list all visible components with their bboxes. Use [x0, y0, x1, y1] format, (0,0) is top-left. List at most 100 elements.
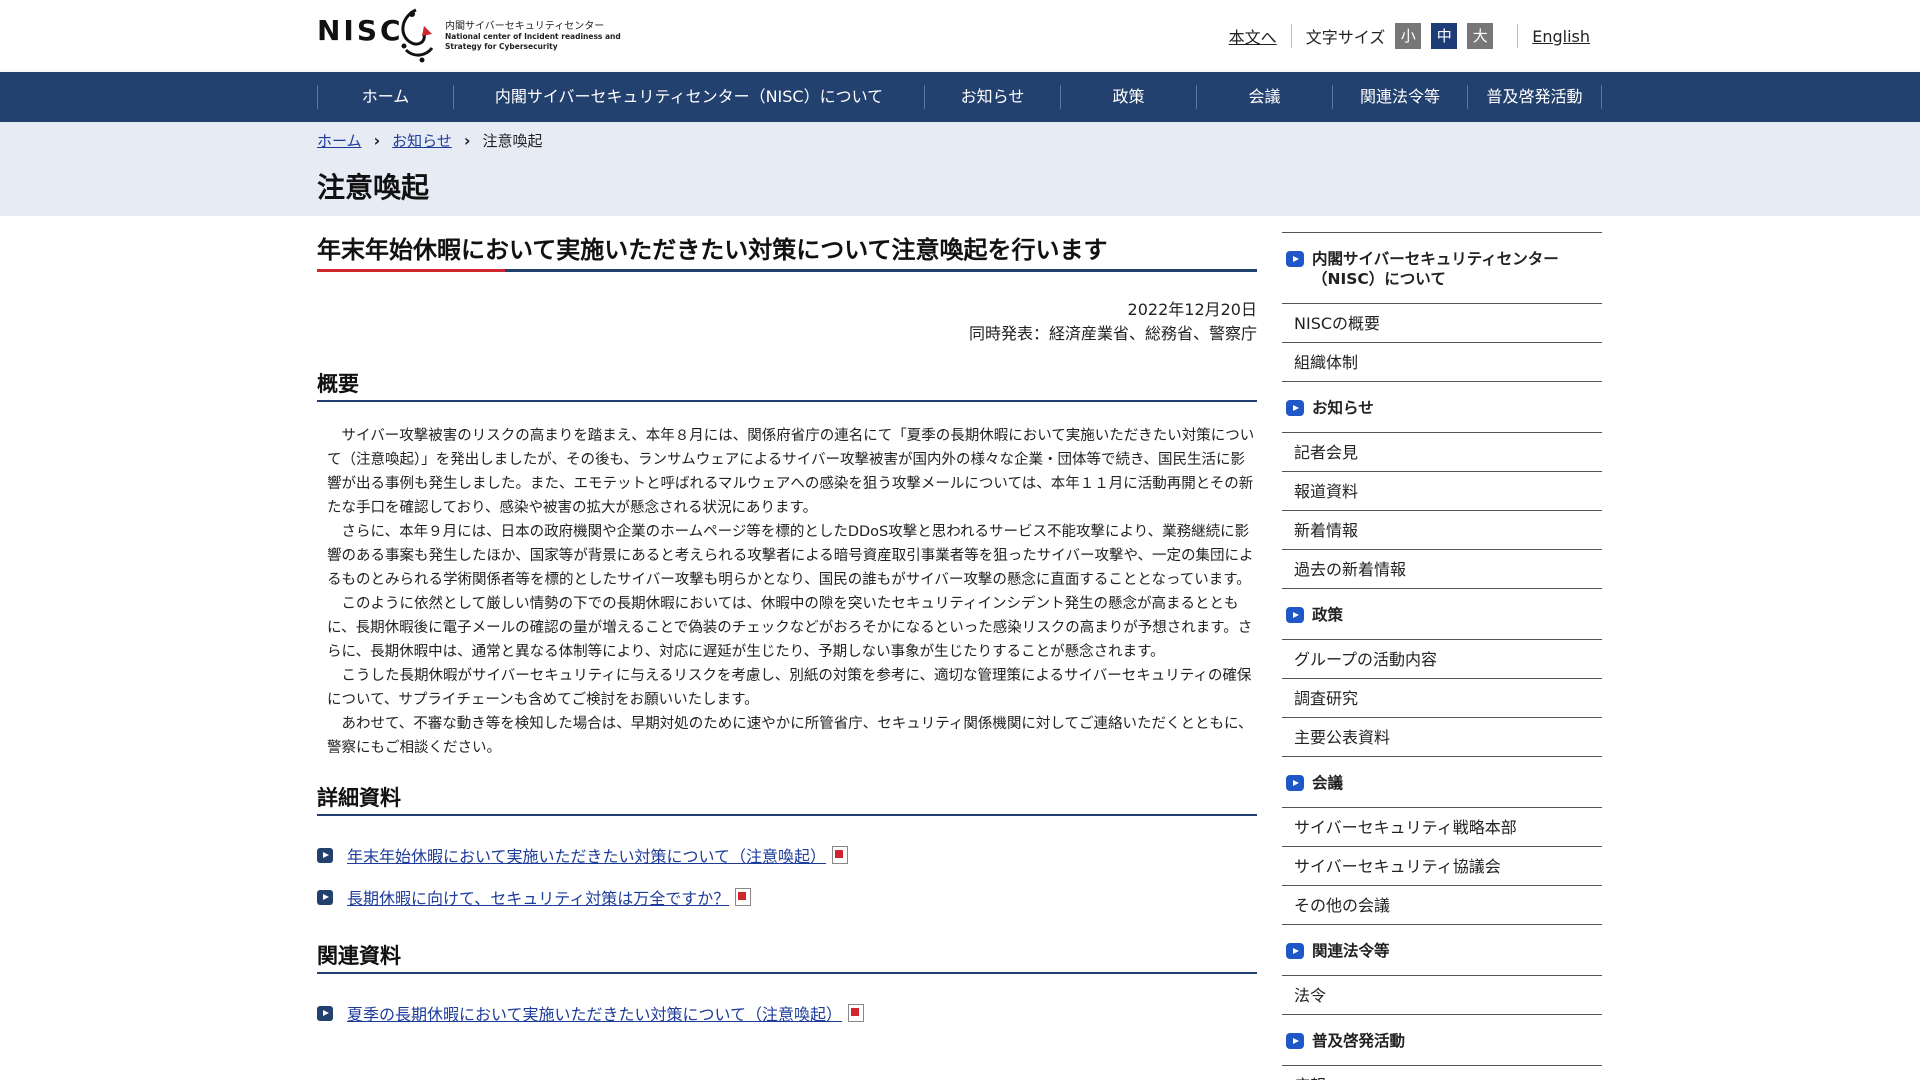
- site-header: NISC 内閣サイバーセキュリティセンター National center of…: [0, 0, 1920, 72]
- sidebar-section-policy[interactable]: 政策: [1282, 589, 1602, 640]
- logo-swirl-icon: [401, 8, 434, 63]
- triangle-bullet-icon: [317, 889, 333, 905]
- play-arrow-icon: [1286, 400, 1304, 416]
- font-size-label: 文字サイズ: [1305, 28, 1386, 47]
- sidebar-link[interactable]: 新着情報: [1294, 521, 1358, 540]
- logo-en-line-1: National center of Incident readiness an…: [445, 32, 621, 41]
- sidebar-link[interactable]: その他の会議: [1294, 896, 1390, 915]
- sidebar-link[interactable]: 記者会見: [1294, 443, 1358, 462]
- breadcrumb-news-link[interactable]: お知らせ: [392, 130, 452, 151]
- sidebar-section-title: 内閣サイバーセキュリティセンター（NISC）について: [1312, 250, 1559, 288]
- sidebar-link[interactable]: 報道資料: [1294, 482, 1358, 501]
- skip-to-content-link[interactable]: 本文へ: [1229, 24, 1277, 48]
- divider: [1290, 24, 1292, 48]
- sidebar-section-laws[interactable]: 関連法令等: [1282, 925, 1602, 976]
- sidebar-item[interactable]: 組織体制: [1282, 343, 1602, 382]
- article-title: 年末年始休暇において実施いただきたい対策について注意喚起を行います: [317, 230, 1257, 272]
- nav-item-home[interactable]: ホーム: [317, 85, 453, 109]
- pdf-icon: [832, 846, 849, 864]
- divider: [1517, 24, 1519, 48]
- sidebar-section-meetings[interactable]: 会議: [1282, 757, 1602, 808]
- sidebar-item[interactable]: その他の会議: [1282, 886, 1602, 925]
- triangle-bullet-icon: [317, 1005, 333, 1021]
- font-size-small-button[interactable]: 小: [1395, 23, 1422, 49]
- related-link-summer[interactable]: 夏季の長期休暇において実施いただきたい対策について（注意喚起）: [347, 1001, 842, 1025]
- related-links: 夏季の長期休暇において実施いただきたい対策について（注意喚起）: [317, 992, 1257, 1034]
- nisc-logo[interactable]: NISC 内閣サイバーセキュリティセンター National center of…: [317, 6, 621, 66]
- logo-mark: NISC: [317, 14, 404, 47]
- sidebar-item[interactable]: サイバーセキュリティ協議会: [1282, 847, 1602, 886]
- font-size-large-button[interactable]: 大: [1467, 23, 1494, 49]
- sidebar-item[interactable]: 新着情報: [1282, 511, 1602, 550]
- sidebar: 内閣サイバーセキュリティセンター（NISC）について NISCの概要 組織体制 …: [1282, 232, 1602, 1080]
- title-accent-bar: [317, 269, 505, 272]
- overview-paragraph: こうした長期休暇がサイバーセキュリティに与えるリスクを考慮し、別紙の対策を参考に…: [327, 668, 1252, 708]
- play-arrow-icon: [1286, 251, 1304, 267]
- nav-item-awareness[interactable]: 普及啓発活動: [1467, 85, 1602, 109]
- article-date: 2022年12月20日: [1127, 300, 1257, 319]
- main-content: 年末年始休暇において実施いただきたい対策について注意喚起を行います 2022年1…: [317, 216, 1257, 1034]
- sidebar-link[interactable]: 広報: [1294, 1076, 1326, 1080]
- sidebar-link[interactable]: サイバーセキュリティ戦略本部: [1294, 818, 1517, 837]
- sidebar-section-title: お知らせ: [1312, 399, 1374, 417]
- sidebar-section-about[interactable]: 内閣サイバーセキュリティセンター（NISC）について: [1282, 233, 1602, 304]
- overview-paragraph: このように依然として厳しい情勢の下での長期休暇においては、休暇中の隙を突いたセキ…: [327, 596, 1253, 660]
- utility-bar: 本文へ 文字サイズ 小 中 大 English: [1229, 22, 1590, 50]
- play-arrow-icon: [1286, 943, 1304, 959]
- nav-item-meetings[interactable]: 会議: [1196, 85, 1332, 109]
- sidebar-section-title: 会議: [1312, 774, 1344, 792]
- sidebar-section-awareness[interactable]: 普及啓発活動: [1282, 1015, 1602, 1066]
- logo-jp-text: 内閣サイバーセキュリティセンター: [445, 21, 605, 32]
- overview-body: サイバー攻撃被害のリスクの高まりを踏まえ、本年８月には、関係府省庁の連名にて「夏…: [317, 424, 1257, 760]
- play-arrow-icon: [1286, 1033, 1304, 1049]
- play-arrow-icon: [1286, 607, 1304, 623]
- sidebar-item[interactable]: NISCの概要: [1282, 304, 1602, 343]
- sidebar-link[interactable]: 組織体制: [1294, 353, 1358, 372]
- global-nav: ホーム 内閣サイバーセキュリティセンター（NISC）について お知らせ 政策 会…: [0, 72, 1920, 122]
- sidebar-item[interactable]: 過去の新着情報: [1282, 550, 1602, 589]
- breadcrumb-home-link[interactable]: ホーム: [317, 130, 362, 151]
- sidebar-section-title: 関連法令等: [1312, 942, 1390, 960]
- play-arrow-icon: [1286, 775, 1304, 791]
- breadcrumb: ホーム › お知らせ › 注意喚起: [317, 130, 542, 151]
- sidebar-link[interactable]: 調査研究: [1294, 689, 1358, 708]
- breadcrumb-current: 注意喚起: [482, 132, 543, 150]
- title-band: ホーム › お知らせ › 注意喚起 注意喚起: [0, 122, 1920, 216]
- pdf-icon: [848, 1004, 865, 1022]
- nav-item-policy[interactable]: 政策: [1060, 85, 1196, 109]
- details-link-security-check[interactable]: 長期休暇に向けて、セキュリティ対策は万全ですか？: [347, 885, 729, 909]
- details-link-countermeasures[interactable]: 年末年始休暇において実施いただきたい対策について（注意喚起）: [347, 843, 826, 867]
- sidebar-link[interactable]: 法令: [1294, 986, 1326, 1005]
- sidebar-item[interactable]: 広報: [1282, 1066, 1602, 1080]
- page-title: 注意喚起: [317, 171, 430, 204]
- chevron-right-icon: ›: [463, 131, 471, 150]
- nav-item-about[interactable]: 内閣サイバーセキュリティセンター（NISC）について: [453, 85, 924, 109]
- sidebar-item[interactable]: グループの活動内容: [1282, 640, 1602, 679]
- sidebar-item[interactable]: サイバーセキュリティ戦略本部: [1282, 808, 1602, 847]
- nav-item-laws[interactable]: 関連法令等: [1332, 85, 1467, 109]
- article-title-text: 年末年始休暇において実施いただきたい対策について注意喚起を行います: [317, 236, 1108, 264]
- sidebar-item[interactable]: 主要公表資料: [1282, 718, 1602, 757]
- nav-item-news[interactable]: お知らせ: [924, 85, 1060, 109]
- font-size-medium-button[interactable]: 中: [1431, 23, 1458, 49]
- article-meta: 2022年12月20日 同時発表：経済産業省、総務省、警察庁: [317, 298, 1257, 346]
- sidebar-link[interactable]: グループの活動内容: [1294, 650, 1437, 669]
- sidebar-item[interactable]: 調査研究: [1282, 679, 1602, 718]
- chevron-right-icon: ›: [373, 131, 381, 150]
- overview-paragraph: サイバー攻撃被害のリスクの高まりを踏まえ、本年８月には、関係府省庁の連名にて「夏…: [327, 428, 1255, 516]
- sidebar-item[interactable]: 報道資料: [1282, 472, 1602, 511]
- list-item: 年末年始休暇において実施いただきたい対策について（注意喚起）: [317, 834, 1257, 876]
- sidebar-link[interactable]: 主要公表資料: [1294, 728, 1390, 747]
- sidebar-item[interactable]: 法令: [1282, 976, 1602, 1015]
- list-item: 夏季の長期休暇において実施いただきたい対策について（注意喚起）: [317, 992, 1257, 1034]
- sidebar-item[interactable]: 記者会見: [1282, 433, 1602, 472]
- related-heading: 関連資料: [317, 940, 1257, 974]
- sidebar-section-title: 普及啓発活動: [1312, 1032, 1406, 1050]
- overview-paragraph: あわせて、不審な動き等を検知した場合は、早期対処のために速やかに所管省庁、セキュ…: [327, 716, 1253, 756]
- sidebar-link[interactable]: NISCの概要: [1294, 314, 1380, 333]
- english-link[interactable]: English: [1532, 27, 1590, 46]
- sidebar-link[interactable]: サイバーセキュリティ協議会: [1294, 857, 1501, 876]
- sidebar-section-news[interactable]: お知らせ: [1282, 382, 1602, 433]
- overview-paragraph: さらに、本年９月には、日本の政府機関や企業のホームページ等を標的としたDDoS攻…: [327, 524, 1254, 588]
- sidebar-link[interactable]: 過去の新着情報: [1294, 560, 1406, 579]
